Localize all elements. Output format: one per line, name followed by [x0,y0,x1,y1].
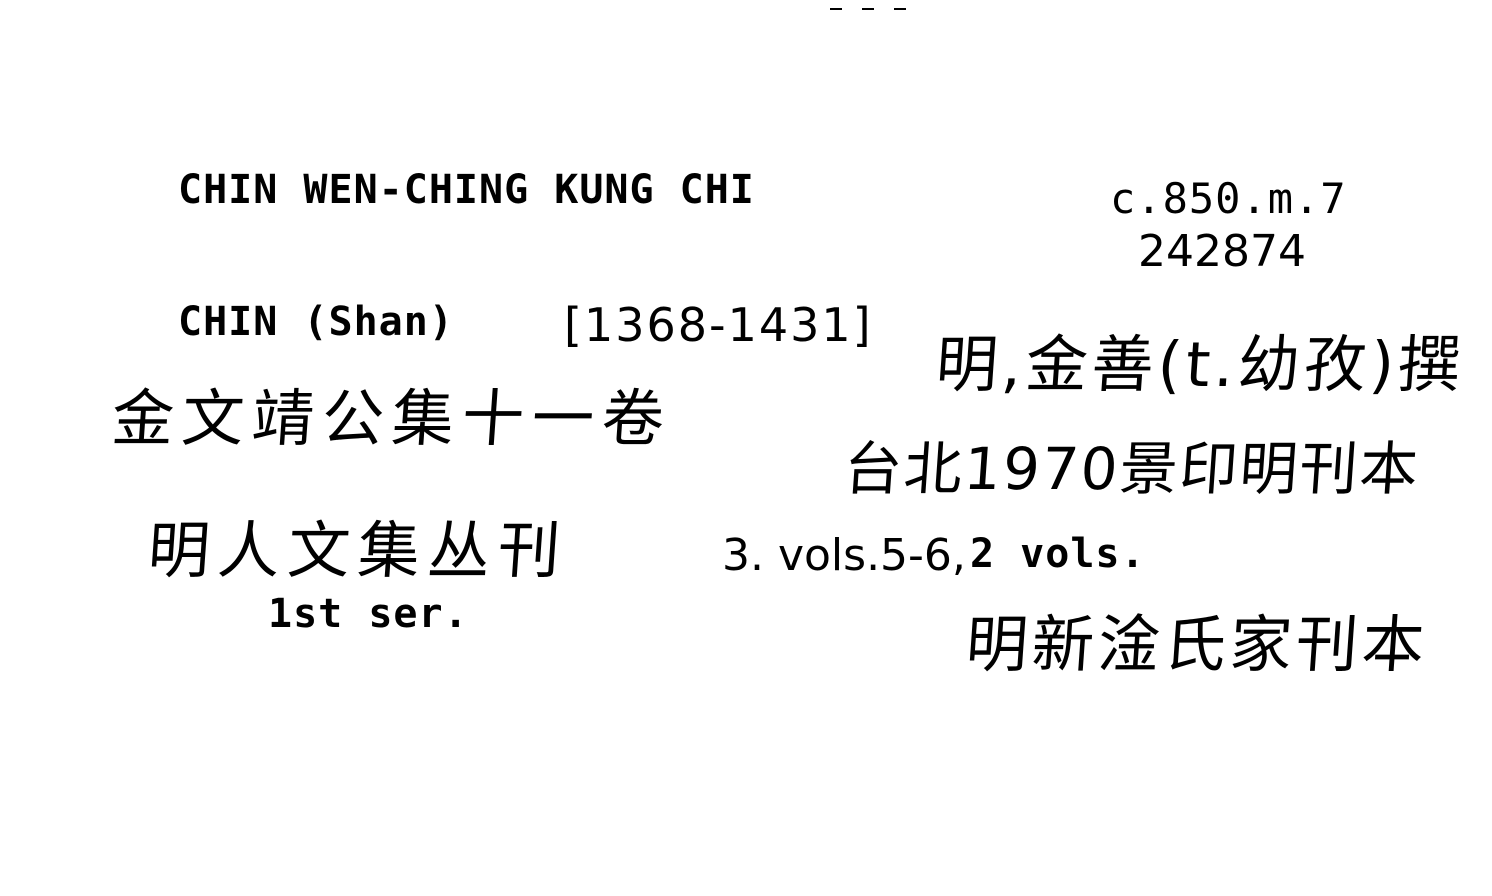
series-note: 1st ser. [268,591,469,637]
handwritten-author-cjk: 明,金善(t.幼孜)撰 [933,328,1467,401]
top-edge-marks [830,8,906,10]
author-dates: [1368-1431] [564,298,873,352]
card-title: CHIN WEN-CHING KUNG CHI [178,167,755,213]
catalog-card: CHIN WEN-CHING KUNG CHI c.850.m.7 242874… [0,0,1492,896]
handwritten-series-cjk: 明人文集丛刊 [145,514,571,587]
volumes-handwritten: 3. vols.5-6, [722,530,966,581]
author-heading: CHIN (Shan) [178,299,454,345]
shelfmark: c.850.m.7 [1110,174,1347,223]
handwritten-imprint-cjk: 台北1970景印明刊本 [841,435,1422,503]
accession-number: 242874 [1138,226,1306,277]
volumes-typed: 2 vols. [970,531,1146,577]
handwritten-edition-cjk: 明新淦氏家刊本 [963,608,1431,681]
handwritten-title-cjk: 金文靖公集十一卷 [109,382,675,455]
